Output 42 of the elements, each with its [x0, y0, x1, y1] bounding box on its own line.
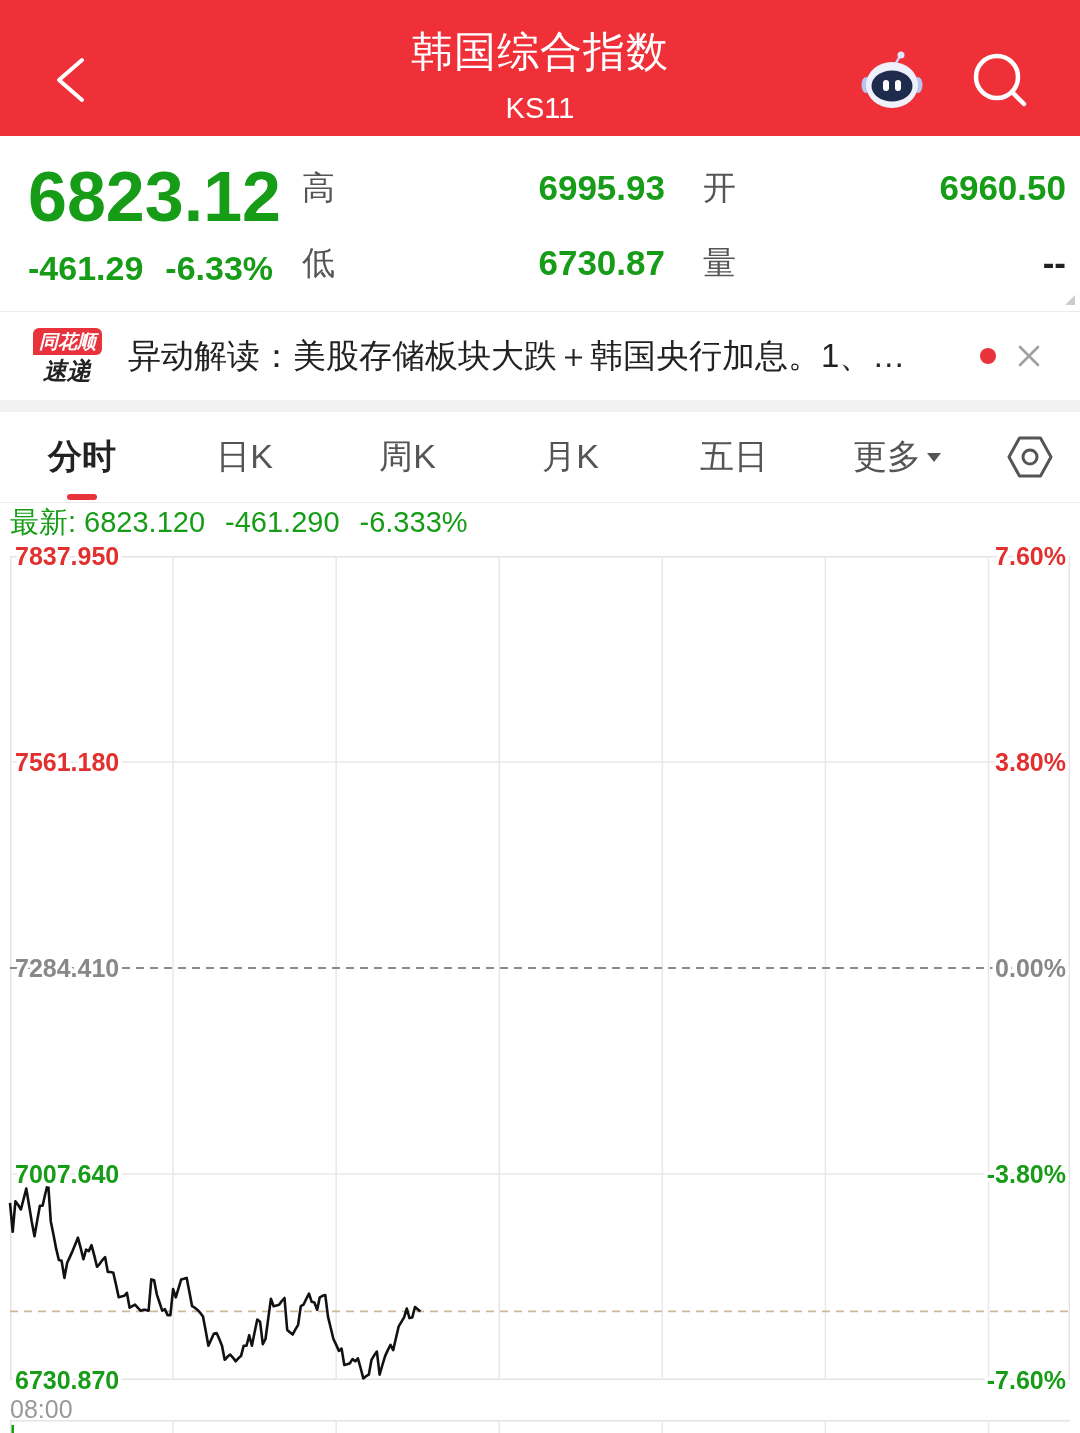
- stat-value: 6730.87: [538, 241, 665, 284]
- stat-label: 开: [703, 167, 736, 208]
- stat-value: 6995.93: [538, 166, 665, 209]
- percent-axis-label: -3.80%: [986, 1160, 1066, 1188]
- percent-axis-label: 3.80%: [995, 748, 1066, 776]
- logo-text: 速递: [43, 356, 91, 385]
- percent-axis-label: -7.60%: [986, 1366, 1066, 1394]
- volume-bar: [11, 1425, 14, 1433]
- stat-value: 6960.50: [939, 166, 1066, 209]
- price-axis-label: 6730.870: [15, 1366, 120, 1394]
- time-axis-label: 08:00: [10, 1395, 73, 1423]
- latest-change: -461.290: [225, 506, 340, 539]
- price-axis-label: 7561.180: [15, 748, 120, 776]
- close-icon[interactable]: [1018, 345, 1040, 367]
- price-axis-label: 7284.410: [15, 954, 120, 982]
- search-icon[interactable]: [973, 53, 1027, 107]
- index-code: KS11: [504, 91, 576, 126]
- percent-change: -6.33%: [165, 248, 274, 288]
- chart-tab[interactable]: 五日: [652, 412, 815, 502]
- chart-tab[interactable]: 月K: [489, 412, 652, 502]
- latest-price: 6823.120: [84, 506, 206, 539]
- chart-tab[interactable]: 日K: [163, 412, 326, 502]
- latest-percent: -6.333%: [359, 506, 468, 539]
- percent-axis-label: 7.60%: [995, 542, 1066, 570]
- stat-label: 低: [302, 242, 335, 283]
- logo-tag: 同花顺: [32, 327, 102, 355]
- stat-value: --: [1042, 241, 1066, 284]
- price-change: -461.29: [28, 248, 144, 288]
- back-icon[interactable]: [55, 57, 85, 103]
- robot-icon[interactable]: [860, 50, 924, 110]
- stat-label: 量: [703, 242, 736, 283]
- chart-tab[interactable]: 分时: [0, 412, 163, 502]
- news-headline[interactable]: 异动解读：美股存储板块大跌＋韩国央行加息。1、…: [128, 334, 906, 378]
- page-title: 韩国综合指数: [411, 27, 669, 77]
- latest-label: 最新:: [10, 506, 77, 539]
- chart-tab[interactable]: 更多: [815, 412, 978, 502]
- settings-icon[interactable]: [1007, 434, 1053, 480]
- price-axis-label: 7837.950: [15, 542, 120, 570]
- last-price: 6823.12: [28, 157, 283, 237]
- stat-label: 高: [302, 167, 335, 208]
- price-axis-label: 7007.640: [15, 1160, 120, 1188]
- chart-tab[interactable]: 周K: [326, 412, 489, 502]
